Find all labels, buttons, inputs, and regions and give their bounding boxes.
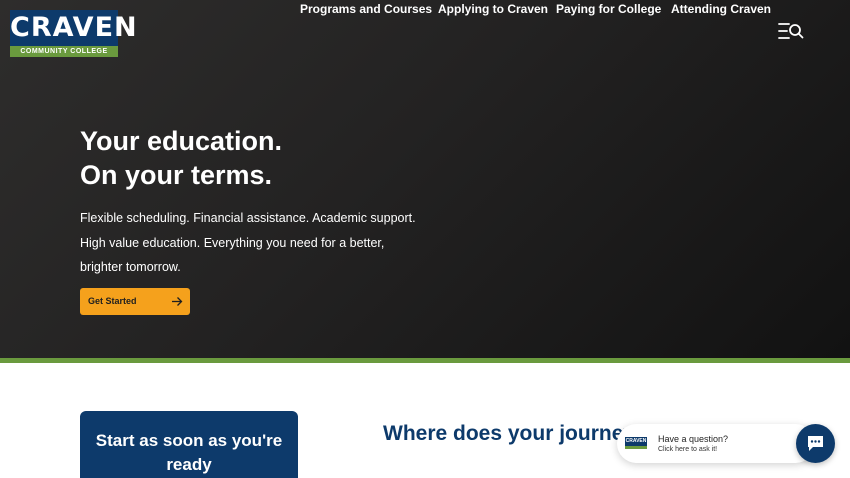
chat-logo-text: CRAVEN: [625, 437, 647, 446]
chat-prompt-bubble[interactable]: CRAVEN Have a question? Click here to as…: [617, 424, 815, 463]
hero-section: CRAVEN COMMUNITY COLLEGE Programs and Co…: [0, 0, 850, 358]
menu-search-icon[interactable]: [778, 21, 804, 41]
nav-applying-to-craven[interactable]: Applying to Craven: [438, 0, 548, 18]
hero-title-line2: On your terms.: [80, 160, 273, 190]
hero-title: Your education. On your terms.: [80, 124, 282, 192]
nav-attending-craven[interactable]: Attending Craven: [671, 0, 771, 18]
chat-logo-stripe: [625, 446, 647, 449]
chat-launcher-button[interactable]: [796, 424, 835, 463]
get-started-label: Get Started: [88, 296, 137, 306]
hero-description: Flexible scheduling. Financial assistanc…: [80, 211, 416, 274]
get-started-button[interactable]: Get Started: [80, 288, 190, 315]
green-divider: [0, 358, 850, 363]
start-card[interactable]: Start as soon as you're ready: [80, 411, 298, 478]
craven-logo[interactable]: CRAVEN COMMUNITY COLLEGE: [10, 10, 137, 57]
logo-tagline: COMMUNITY COLLEGE: [10, 46, 118, 57]
chat-logo: CRAVEN: [625, 437, 647, 450]
chat-title: Have a question?: [658, 434, 729, 444]
chat-icon: [808, 436, 823, 451]
chat-subtitle: Click here to ask it!: [658, 446, 718, 453]
logo-wordmark: CRAVEN: [10, 10, 137, 46]
nav-programs-and-courses[interactable]: Programs and Courses: [300, 0, 432, 18]
hero-title-line1: Your education.: [80, 126, 283, 156]
nav-paying-for-college[interactable]: Paying for College: [556, 0, 661, 18]
start-card-text: Start as soon as you're ready: [95, 431, 283, 474]
arrow-right-icon: [172, 297, 183, 306]
